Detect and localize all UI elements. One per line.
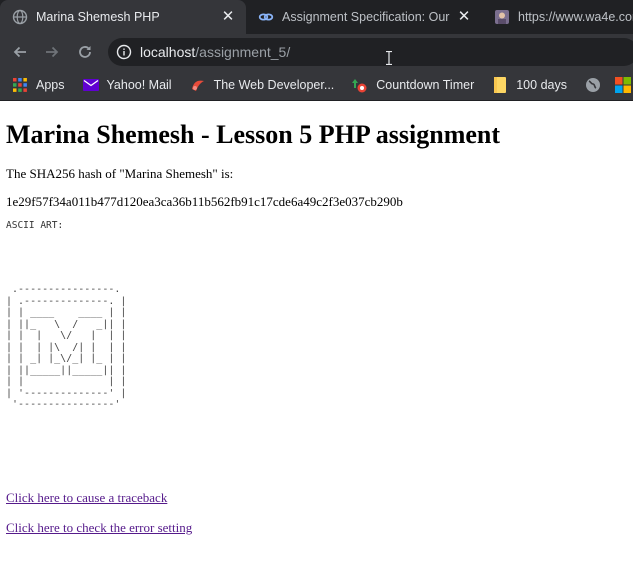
traceback-link[interactable]: Click here to cause a traceback [6, 490, 167, 506]
page-content: Marina Shemesh - Lesson 5 PHP assignment… [0, 101, 633, 561]
back-arrow-icon [13, 46, 26, 58]
error-setting-link[interactable]: Click here to check the error setting [6, 520, 192, 536]
forward-arrow-icon [46, 46, 59, 58]
bookmark-label: 100 days [516, 78, 567, 92]
bookmark-globe[interactable] [585, 77, 609, 93]
envelope-icon [82, 77, 99, 93]
avatar-icon [494, 9, 510, 25]
bookmark-apps[interactable]: Apps [12, 77, 65, 93]
timer-icon [352, 77, 368, 93]
url-path: /assignment_5/ [195, 44, 291, 60]
bookmarks-bar: Apps Yahoo! Mail The Web Developer... Co… [0, 70, 633, 101]
globe-icon [12, 9, 28, 25]
tab-strip: Marina Shemesh PHP ✕ Assignment Specific… [0, 0, 633, 34]
url-host: localhost [140, 44, 196, 60]
url-text: localhost/assignment_5/ [140, 44, 290, 60]
tab-close-icon[interactable]: ✕ [220, 9, 236, 25]
forward-button[interactable] [40, 40, 64, 64]
bookmark-100-days[interactable]: 100 days [492, 77, 567, 93]
text-cursor-icon [386, 50, 392, 66]
reload-icon [79, 46, 91, 58]
info-icon[interactable] [116, 44, 132, 60]
globe-icon [585, 77, 601, 93]
bookmark-label: Yahoo! Mail [106, 78, 172, 92]
tab-marina-shemesh-php[interactable]: Marina Shemesh PHP ✕ [0, 0, 246, 34]
reload-button[interactable] [73, 40, 97, 64]
tab-wa4e[interactable]: https://www.wa4e.com [482, 0, 633, 34]
bookmark-countdown-timer[interactable]: Countdown Timer [352, 77, 474, 93]
hash-value: 1e29f57f34a011b477d120ea3ca36b11b562fb91… [6, 194, 403, 209]
apps-grid-icon [12, 77, 28, 93]
bookmark-web-developer[interactable]: The Web Developer... [190, 77, 335, 93]
bookmark-label: Countdown Timer [376, 78, 475, 92]
tab-assignment-specification[interactable]: Assignment Specification: Our Fir ✕ [246, 0, 482, 34]
bookmark-windows[interactable]: We [614, 77, 633, 93]
tab-title: Marina Shemesh PHP [36, 10, 160, 24]
web-developer-icon [190, 77, 206, 93]
bookmark-label: The Web Developer... [213, 78, 335, 92]
folder-icon [492, 77, 508, 93]
back-button[interactable] [8, 40, 32, 64]
bookmark-yahoo-mail[interactable]: Yahoo! Mail [82, 77, 172, 93]
bookmark-label: Apps [36, 78, 65, 92]
page-title: Marina Shemesh - Lesson 5 PHP assignment [6, 120, 501, 149]
tab-title: Assignment Specification: Our Fir [282, 10, 452, 24]
tab-close-icon[interactable]: ✕ [456, 9, 472, 25]
ascii-art: .----------------. | .--------------. | … [6, 284, 127, 410]
hash-intro-text: The SHA256 hash of "Marina Shemesh" is: [6, 166, 234, 181]
tab-title: https://www.wa4e.com [518, 10, 633, 24]
windows-icon [614, 77, 631, 93]
link-icon [258, 9, 274, 25]
ascii-art-label: ASCII ART: [6, 220, 64, 231]
browser-toolbar: localhost/assignment_5/ [0, 34, 633, 70]
address-bar[interactable]: localhost/assignment_5/ [108, 38, 633, 66]
